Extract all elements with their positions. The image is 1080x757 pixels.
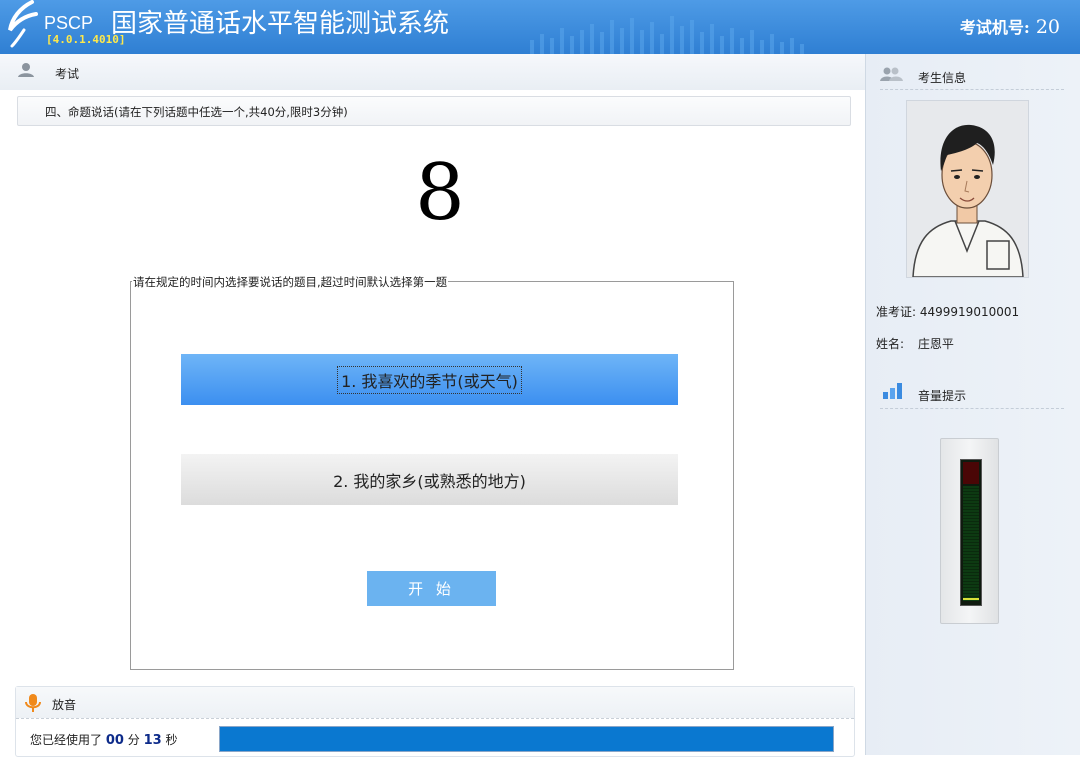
volume-meter-panel [940,438,999,624]
candidate-info-header: 考生信息 [866,60,1080,90]
candidate-photo [906,100,1029,278]
meter-level-indicator [963,598,979,600]
avatar [907,101,1028,278]
elapsed-prefix: 您已经使用了 [30,733,103,747]
topic-option-2-label: 2. 我的家乡(或熟悉的地方) [333,471,526,491]
divider [880,408,1064,409]
volume-meter [960,459,982,606]
candidate-info-title: 考生信息 [918,71,967,85]
header-decoration [530,16,804,54]
app-header: PSCP 国家普通话水平智能测试系统 [4.0.1.4010] 考试机号: 20 [0,0,1080,54]
exam-section-header: 考试 [0,54,865,90]
logo-icon [8,0,38,48]
volume-header: 音量提示 [866,378,1080,408]
ticket-number-row: 准考证: 4499919010001 [876,303,1019,320]
playback-title: 放音 [52,698,77,712]
divider [16,718,854,719]
machine-value: 20 [1035,16,1060,38]
topic-option-1[interactable]: 1. 我喜欢的季节(或天气) [181,354,678,405]
ticket-label: 准考证: [876,305,917,319]
start-button[interactable]: 开 始 [367,571,496,606]
progress-fill [220,727,833,751]
users-icon [880,67,903,81]
name-label: 姓名: [876,337,905,351]
elapsed-seconds: 13 [143,733,162,748]
question-title-bar: 四、命题说话(请在下列话题中任选一个,共40分,限时3分钟) [17,96,851,126]
volume-bars-icon [883,383,902,399]
exam-section-title: 考试 [55,67,80,81]
topic-option-2[interactable]: 2. 我的家乡(或熟悉的地方) [181,454,678,505]
countdown-number: 8 [415,148,465,238]
candidate-name: 庄恩平 [917,337,954,351]
user-icon [18,63,34,77]
logo-text: PSCP [44,13,94,33]
playback-section: 放音 您已经使用了 00 分 13 秒 [15,686,855,757]
machine-number: 考试机号: 20 [960,14,1060,38]
version-label: [4.0.1.4010] [46,33,126,46]
divider [880,89,1064,90]
candidate-name-row: 姓名: 庄恩平 [876,335,954,352]
topic-option-1-label: 1. 我喜欢的季节(或天气) [337,365,522,394]
elapsed-minutes: 00 [105,733,124,748]
volume-title: 音量提示 [918,389,967,403]
ticket-number: 4499919010001 [919,305,1020,319]
time-progress-bar [219,726,834,752]
seconds-unit: 秒 [165,733,178,747]
meter-peak-zone [963,462,979,484]
microphone-icon [25,694,41,712]
elapsed-time: 您已经使用了 00 分 13 秒 [30,731,178,748]
machine-label: 考试机号: [959,18,1030,37]
app-title: 国家普通话水平智能测试系统 [111,9,450,39]
question-title: 四、命题说话(请在下列话题中任选一个,共40分,限时3分钟) [45,105,348,119]
topic-instruction: 请在规定的时间内选择要说话的题目,超过时间默认选择第一题 [132,274,449,290]
candidate-sidebar: 考生信息 准考证: 4499919010001 姓名: 庄恩平 音量提示 [866,54,1080,755]
playback-header: 放音 [16,687,854,718]
minutes-unit: 分 [127,733,140,747]
exam-panel: 考试 四、命题说话(请在下列话题中任选一个,共40分,限时3分钟) 8 请在规定… [0,54,866,757]
meter-level-zone [963,486,979,601]
